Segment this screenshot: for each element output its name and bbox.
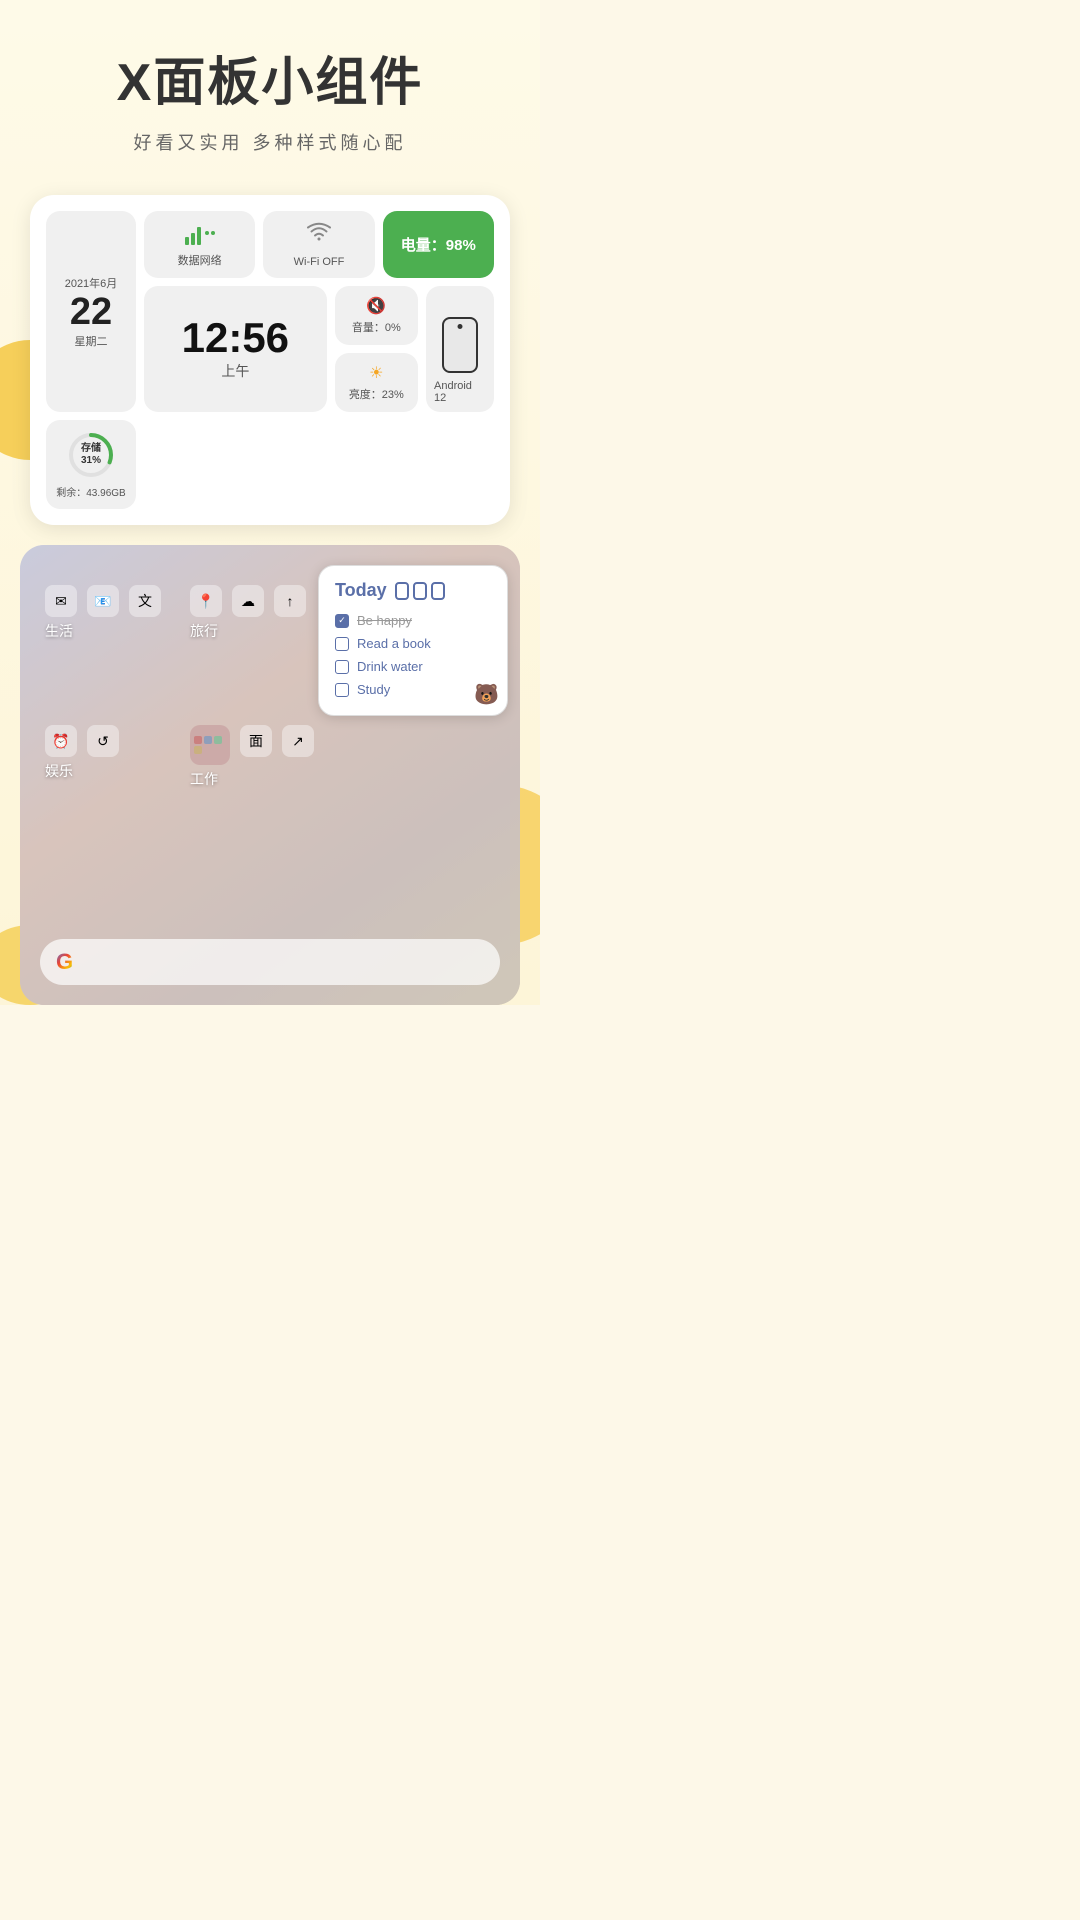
todo-item-3[interactable]: Drink water <box>335 655 491 678</box>
date-year-month: 2021年6月 <box>65 275 118 291</box>
storage-percent: 31% <box>81 455 101 466</box>
travel-icon-2[interactable]: ☁ <box>232 585 264 617</box>
ent-icon-2[interactable]: ↺ <box>87 725 119 757</box>
life-group-label: 生活 <box>45 621 161 641</box>
storage-label: 存储 <box>81 443 101 454</box>
life-icon-2[interactable]: 📧 <box>87 585 119 617</box>
travel-group-label: 旅行 <box>190 621 306 641</box>
todo-checkbox-2[interactable] <box>335 637 349 651</box>
todo-item-text-4: Study <box>357 682 390 697</box>
brightness-cell[interactable]: ☀ 亮度：23% <box>335 353 418 412</box>
work-icon-3[interactable]: ↗ <box>282 725 314 757</box>
storage-remain: 剩余：43.96GB <box>56 484 125 499</box>
work-group: 面 ↗ 工作 <box>190 725 314 789</box>
ent-icon-1[interactable]: ⏰ <box>45 725 77 757</box>
volume-label: 音量：0% <box>352 319 401 335</box>
todo-item-4[interactable]: Study <box>335 678 491 701</box>
page-wrapper: X面板小组件 好看又实用 多种样式随心配 2021年6月 22 星期二 <box>0 0 540 1005</box>
volume-cell[interactable]: 🔇 音量：0% <box>335 286 418 345</box>
entertainment-group: ⏰ ↺ 娱乐 <box>45 725 119 781</box>
entertainment-group-label: 娱乐 <box>45 761 119 781</box>
google-search-bar[interactable]: G <box>40 939 500 985</box>
header: X面板小组件 好看又实用 多种样式随心配 <box>0 0 540 165</box>
todo-ring-2 <box>413 582 427 600</box>
storage-cell: 存储 31% 剩余：43.96GB <box>46 420 136 509</box>
todo-ring-1 <box>395 582 409 600</box>
subtitle: 好看又实用 多种样式随心配 <box>20 129 520 155</box>
work-icon-2[interactable]: 面 <box>240 725 272 757</box>
todo-item-1[interactable]: ✓ Be happy <box>335 609 491 632</box>
travel-icon-1[interactable]: 📍 <box>190 585 222 617</box>
todo-item-text-2: Read a book <box>357 636 431 651</box>
travel-group: 📍 ☁ ↑ 旅行 <box>190 585 306 641</box>
clock-time: 12:56 <box>182 317 289 359</box>
data-network-label: 数据网络 <box>178 252 222 268</box>
todo-header: Today <box>335 580 491 601</box>
todo-rings <box>395 582 445 600</box>
data-network-cell[interactable]: 数据网络 <box>144 211 255 278</box>
date-day: 22 <box>70 293 112 331</box>
todo-ring-3 <box>431 582 445 600</box>
battery-label: 电量：98% <box>401 234 476 255</box>
todo-item-text-3: Drink water <box>357 659 423 674</box>
google-logo: G <box>56 949 73 975</box>
clock-period: 上午 <box>221 361 249 381</box>
todo-checkbox-1[interactable]: ✓ <box>335 614 349 628</box>
todo-bear-decoration: 🐻 <box>474 682 499 707</box>
todo-item-2[interactable]: Read a book <box>335 632 491 655</box>
todo-item-text-1: Be happy <box>357 613 412 628</box>
life-icon-1[interactable]: ✉ <box>45 585 77 617</box>
todo-checkbox-3[interactable] <box>335 660 349 674</box>
android-cell: Android 12 <box>426 286 494 412</box>
date-weekday: 星期二 <box>75 333 108 349</box>
main-title: X面板小组件 <box>117 40 424 115</box>
todo-widget: Today ✓ Be happy Read a book <box>318 565 508 716</box>
clock-cell: 12:56 上午 <box>144 286 327 412</box>
work-folder[interactable] <box>190 725 230 765</box>
travel-icon-3[interactable]: ↑ <box>274 585 306 617</box>
todo-title: Today <box>335 580 387 601</box>
battery-cell[interactable]: 电量：98% <box>383 211 494 278</box>
brightness-label: 亮度：23% <box>349 386 404 402</box>
control-panel-widget: 2021年6月 22 星期二 <box>30 195 510 525</box>
phone-screenshot: ✉ 📧 文 生活 📍 ☁ ↑ 旅行 ⏰ ↺ <box>20 545 520 1005</box>
android-label: Android 12 <box>434 380 486 404</box>
work-group-label: 工作 <box>190 769 314 789</box>
life-group: ✉ 📧 文 生活 <box>45 585 161 641</box>
life-icon-3[interactable]: 文 <box>129 585 161 617</box>
wifi-label: Wi-Fi OFF <box>294 256 345 268</box>
wifi-cell[interactable]: Wi-Fi OFF <box>263 211 374 278</box>
todo-checkbox-4[interactable] <box>335 683 349 697</box>
date-cell: 2021年6月 22 星期二 <box>46 211 136 412</box>
